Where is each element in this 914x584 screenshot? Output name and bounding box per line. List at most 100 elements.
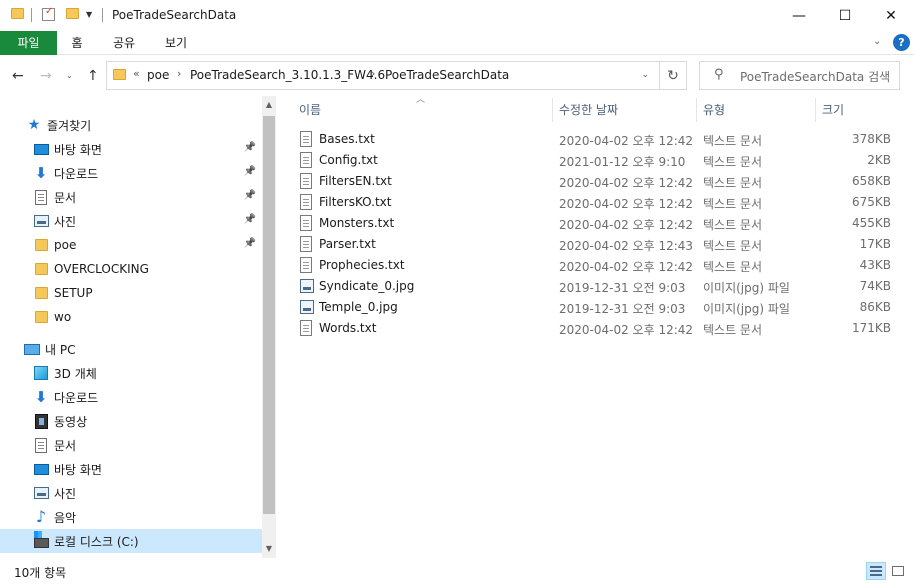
nav-pc-item[interactable]: 동영상	[0, 409, 262, 433]
pin-icon: 📌	[243, 166, 256, 177]
file-size: 74KB	[859, 279, 891, 293]
status-bar: 10개 항목	[0, 558, 914, 584]
nav-quick-item[interactable]: ⬇ 다운로드 📌	[0, 161, 262, 185]
recent-locations-button[interactable]: ⌄	[66, 66, 73, 86]
overflow-crumb[interactable]: «	[133, 67, 140, 80]
nav-pc-item[interactable]: 사진	[0, 481, 262, 505]
large-icons-view-icon[interactable]	[888, 562, 908, 580]
file-row[interactable]: Parser.txt 2020-04-02 오후 12:43 텍스트 문서 17KB	[297, 234, 901, 255]
nav-item-label: 문서	[54, 190, 77, 205]
file-date: 2021-01-12 오후 9:10	[559, 155, 686, 169]
nav-item-label: 로컬 디스크 (C:)	[54, 534, 139, 549]
column-date-modified[interactable]: 수정한 날짜	[553, 98, 696, 122]
breadcrumb-poetradesearchdata[interactable]: PoeTradeSearchData	[385, 68, 509, 82]
file-type: 텍스트 문서	[703, 197, 763, 211]
close-button[interactable]: ✕	[868, 0, 914, 31]
nav-quick-item[interactable]: 사진 📌	[0, 209, 262, 233]
file-row[interactable]: FiltersKO.txt 2020-04-02 오후 12:42 텍스트 문서 67…	[297, 192, 901, 213]
maximize-button[interactable]: ☐	[822, 0, 868, 31]
nav-item-label: OVERCLOCKING	[54, 262, 149, 276]
tab-file[interactable]: 파일	[0, 31, 57, 55]
nav-item-label: 사진	[54, 214, 77, 229]
scroll-thumb[interactable]	[263, 116, 275, 514]
scroll-down-arrow-icon[interactable]: ▼	[262, 542, 276, 556]
nav-pc-item[interactable]: 3D 개체	[0, 361, 262, 385]
file-name: Temple_0.jpg	[319, 300, 398, 314]
file-type: 텍스트 문서	[703, 239, 763, 253]
nav-pc-item[interactable]: 바탕 화면	[0, 457, 262, 481]
nav-item-label: 사진	[54, 486, 77, 501]
folder-icon	[33, 237, 49, 253]
properties-icon[interactable]: ✓	[42, 6, 55, 21]
file-row[interactable]: Temple_0.jpg 2019-12-31 오전 9:03 이미지(jpg) 파…	[297, 297, 901, 318]
tab-view[interactable]: 보기	[158, 31, 194, 55]
download-icon: ⬇	[34, 388, 48, 406]
customize-toolbar-icon[interactable]: ▼	[86, 10, 92, 19]
address-bar[interactable]: « poe › PoeTradeSearch_3.10.1.3_FW4.6 › …	[106, 61, 660, 90]
file-name: Config.txt	[319, 153, 378, 167]
file-size: 17KB	[859, 237, 891, 251]
file-name: Monsters.txt	[319, 216, 395, 230]
text-file-icon	[300, 152, 314, 168]
nav-pc-item[interactable]: ♪ 음악	[0, 505, 262, 529]
file-row[interactable]: Bases.txt 2020-04-02 오후 12:42 텍스트 문서 378KB	[297, 129, 901, 150]
tab-home[interactable]: 홈	[60, 31, 94, 55]
new-folder-icon[interactable]	[66, 8, 79, 19]
pin-icon: 📌	[243, 238, 256, 249]
breadcrumb-poetradesearch[interactable]: PoeTradeSearch_3.10.1.3_FW4.6	[190, 68, 385, 82]
refresh-button[interactable]: ↻	[660, 61, 687, 90]
nav-quick-access[interactable]: ★ 즐겨찾기	[0, 113, 262, 137]
file-row[interactable]: Prophecies.txt 2020-04-02 오후 12:42 텍스트 문서 4…	[297, 255, 901, 276]
text-file-icon	[300, 215, 314, 231]
forward-button[interactable]: →	[40, 66, 52, 86]
up-button[interactable]: ↑	[87, 66, 99, 86]
breadcrumb-poe[interactable]: poe	[147, 68, 169, 82]
nav-quick-item[interactable]: SETUP	[0, 281, 262, 305]
chevron-right-icon[interactable]: ›	[177, 67, 181, 80]
search-box[interactable]: ⚲ PoeTradeSearchData 검색	[699, 61, 900, 90]
file-row[interactable]: Words.txt 2020-04-02 오후 12:42 텍스트 문서 171KB	[297, 318, 901, 339]
divider	[31, 8, 32, 22]
file-name: Parser.txt	[319, 237, 376, 251]
nav-this-pc[interactable]: 내 PC	[0, 337, 262, 361]
column-name[interactable]: 이름	[293, 98, 552, 122]
expand-ribbon-icon[interactable]: ⌄	[873, 36, 881, 47]
column-type[interactable]: 유형	[697, 98, 815, 122]
nav-pc-item[interactable]: ⬇ 다운로드	[0, 385, 262, 409]
help-icon[interactable]: ?	[893, 34, 910, 51]
window-title: PoeTradeSearchData	[112, 8, 237, 22]
file-row[interactable]: Config.txt 2021-01-12 오후 9:10 텍스트 문서 2KB	[297, 150, 901, 171]
chevron-right-icon[interactable]: ›	[371, 67, 375, 80]
nav-quick-item[interactable]: 바탕 화면 📌	[0, 137, 262, 161]
back-button[interactable]: ←	[12, 66, 24, 86]
details-view-icon[interactable]	[866, 562, 886, 580]
address-dropdown-icon[interactable]: ⌄	[641, 70, 649, 80]
nav-quick-item[interactable]: OVERCLOCKING	[0, 257, 262, 281]
tab-share[interactable]: 공유	[106, 31, 142, 55]
file-size: 455KB	[851, 216, 891, 230]
file-row[interactable]: FiltersEN.txt 2020-04-02 오후 12:42 텍스트 문서 65…	[297, 171, 901, 192]
nav-quick-item[interactable]: 문서 📌	[0, 185, 262, 209]
nav-pc-item[interactable]: 문서	[0, 433, 262, 457]
nav-quick-item[interactable]: poe 📌	[0, 233, 262, 257]
ribbon-tabs: 파일 홈 공유 보기 ⌄ ?	[0, 31, 914, 55]
nav-item-label: 즐겨찾기	[47, 118, 92, 133]
column-size[interactable]: 크기	[816, 98, 901, 122]
desktop-icon	[33, 141, 49, 157]
item-count: 10개 항목	[14, 566, 67, 580]
file-name: Prophecies.txt	[319, 258, 405, 272]
nav-pc-item[interactable]: 로컬 디스크 (C:)	[0, 529, 262, 553]
file-size: 675KB	[851, 195, 891, 209]
file-row[interactable]: Syndicate_0.jpg 2019-12-31 오전 9:03 이미지(jpg…	[297, 276, 901, 297]
file-row[interactable]: Monsters.txt 2020-04-02 오후 12:42 텍스트 문서 455…	[297, 213, 901, 234]
file-name: FiltersKO.txt	[319, 195, 392, 209]
nav-quick-item[interactable]: wo	[0, 305, 262, 329]
file-date: 2020-04-02 오후 12:42	[559, 218, 694, 232]
file-date: 2019-12-31 오전 9:03	[559, 302, 686, 316]
file-type: 텍스트 문서	[703, 218, 763, 232]
scroll-up-arrow-icon[interactable]: ▲	[262, 98, 276, 112]
minimize-button[interactable]: —	[776, 0, 822, 31]
nav-scrollbar[interactable]: ▲ ▼	[262, 96, 276, 558]
nav-item-label: 음악	[54, 510, 77, 525]
pc-icon	[24, 341, 40, 357]
